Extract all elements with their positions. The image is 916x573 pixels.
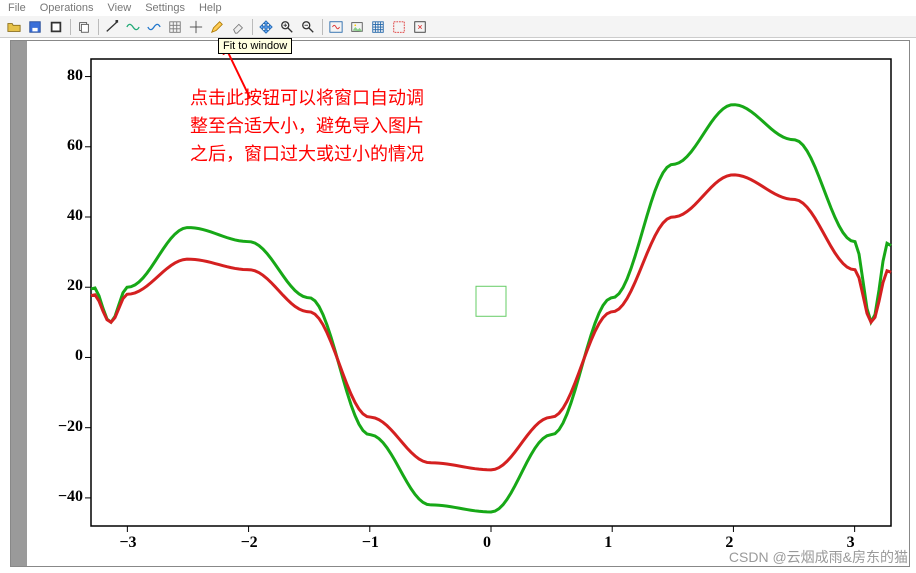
chart-svg	[27, 41, 909, 566]
plot-container: −3 −2 −1 0 1 2 3 −40 −20 0 20 40 60 80	[10, 40, 910, 567]
crosshair-icon[interactable]	[186, 18, 206, 36]
x-tick-label: 3	[847, 534, 855, 552]
y-tick-label: 80	[47, 67, 83, 85]
y-tick-label: −40	[47, 488, 83, 506]
box-select-icon[interactable]	[389, 18, 409, 36]
wave1-icon[interactable]	[123, 18, 143, 36]
line-tool-icon[interactable]	[102, 18, 122, 36]
x-tick-label: −2	[241, 534, 258, 552]
save-icon[interactable]	[25, 18, 45, 36]
menu-bar: File Operations View Settings Help	[0, 0, 916, 16]
pencil-icon[interactable]	[207, 18, 227, 36]
menu-file[interactable]: File	[8, 2, 26, 14]
zoom-in-icon[interactable]	[277, 18, 297, 36]
y-tick-label: −20	[47, 418, 83, 436]
x-tick-label: −1	[362, 534, 379, 552]
menu-settings[interactable]: Settings	[145, 2, 185, 14]
menu-operations[interactable]: Operations	[40, 2, 94, 14]
resize-icon[interactable]	[410, 18, 430, 36]
menu-help[interactable]: Help	[199, 2, 222, 14]
wave2-icon[interactable]	[144, 18, 164, 36]
tooltip-fit-to-window: Fit to window	[218, 38, 292, 54]
x-tick-label: 1	[604, 534, 612, 552]
menu-view[interactable]: View	[108, 2, 132, 14]
eraser-icon[interactable]	[228, 18, 248, 36]
zoom-out-icon[interactable]	[298, 18, 318, 36]
x-tick-label: −3	[119, 534, 136, 552]
y-tick-label: 0	[47, 347, 83, 365]
image-icon[interactable]	[347, 18, 367, 36]
y-tick-label: 20	[47, 277, 83, 295]
x-tick-label: 2	[725, 534, 733, 552]
y-tick-label: 40	[47, 207, 83, 225]
grid-toggle-icon[interactable]	[368, 18, 388, 36]
selection-box[interactable]	[476, 286, 506, 316]
fit-window-icon[interactable]	[326, 18, 346, 36]
export-icon[interactable]	[46, 18, 66, 36]
hand-pan-icon[interactable]	[256, 18, 276, 36]
plot-area[interactable]: −3 −2 −1 0 1 2 3 −40 −20 0 20 40 60 80	[27, 41, 909, 566]
grid-tool-icon[interactable]	[165, 18, 185, 36]
plot-gutter	[11, 41, 27, 566]
open-icon[interactable]	[4, 18, 24, 36]
toolbar	[0, 16, 916, 38]
x-tick-label: 0	[483, 534, 491, 552]
series-line	[91, 175, 891, 470]
y-tick-label: 60	[47, 137, 83, 155]
series-line	[91, 105, 891, 512]
copy-icon[interactable]	[74, 18, 94, 36]
